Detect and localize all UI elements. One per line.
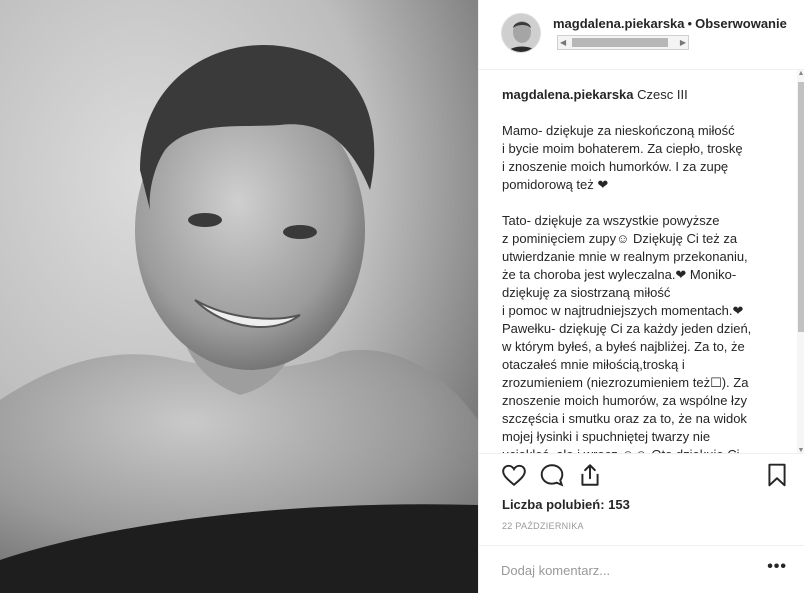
avatar-image bbox=[502, 14, 540, 52]
post-photo[interactable] bbox=[0, 0, 478, 593]
post-sidebar: magdalena.piekarska • Obserwowanie ◀ ▶ mag… bbox=[478, 0, 804, 593]
scroll-up-icon[interactable]: ▲ bbox=[797, 70, 804, 77]
header-bullet: • bbox=[687, 16, 693, 31]
bookmark-icon[interactable] bbox=[764, 462, 790, 488]
scroll-down-icon[interactable]: ▼ bbox=[797, 447, 804, 453]
post-actions bbox=[479, 455, 804, 495]
profile-avatar[interactable] bbox=[501, 13, 541, 53]
share-icon[interactable] bbox=[577, 462, 603, 488]
vertical-scroll-thumb[interactable] bbox=[798, 82, 804, 332]
comment-input[interactable] bbox=[501, 558, 751, 582]
follow-button[interactable]: Obserwowanie bbox=[695, 16, 787, 31]
header-line: magdalena.piekarska • Obserwowanie bbox=[553, 16, 804, 31]
portrait-photo bbox=[0, 0, 478, 593]
horizontal-scrollbar[interactable]: ◀ ▶ bbox=[557, 35, 689, 50]
caption-paragraph: Tato- dziękuje za wszystkie powyższe z p… bbox=[502, 213, 752, 453]
likes-count[interactable]: Liczba polubień: 153 bbox=[502, 497, 630, 512]
caption-title: Czesc III bbox=[637, 87, 688, 102]
more-options-icon[interactable]: ••• bbox=[767, 558, 787, 576]
caption-area: magdalena.piekarska Czesc III Mamo- dzię… bbox=[479, 70, 804, 454]
header-username[interactable]: magdalena.piekarska bbox=[553, 16, 685, 31]
heart-icon[interactable] bbox=[501, 462, 527, 488]
vertical-scrollbar[interactable]: ▲ ▼ bbox=[797, 70, 804, 453]
post-header: magdalena.piekarska • Obserwowanie ◀ ▶ bbox=[479, 0, 804, 70]
caption: magdalena.piekarska Czesc III Mamo- dzię… bbox=[502, 86, 792, 453]
caption-paragraph: Mamo- dziękuje za nieskończoną miłość i … bbox=[502, 123, 743, 192]
comment-icon[interactable] bbox=[539, 462, 565, 488]
scroll-right-icon[interactable]: ▶ bbox=[680, 36, 686, 49]
post-date[interactable]: 22 PAŹDZIERNIKA bbox=[502, 521, 584, 531]
scroll-thumb[interactable] bbox=[572, 38, 668, 47]
caption-username[interactable]: magdalena.piekarska bbox=[502, 87, 634, 102]
scroll-left-icon[interactable]: ◀ bbox=[560, 36, 566, 49]
comment-bar: ••• bbox=[479, 545, 804, 593]
